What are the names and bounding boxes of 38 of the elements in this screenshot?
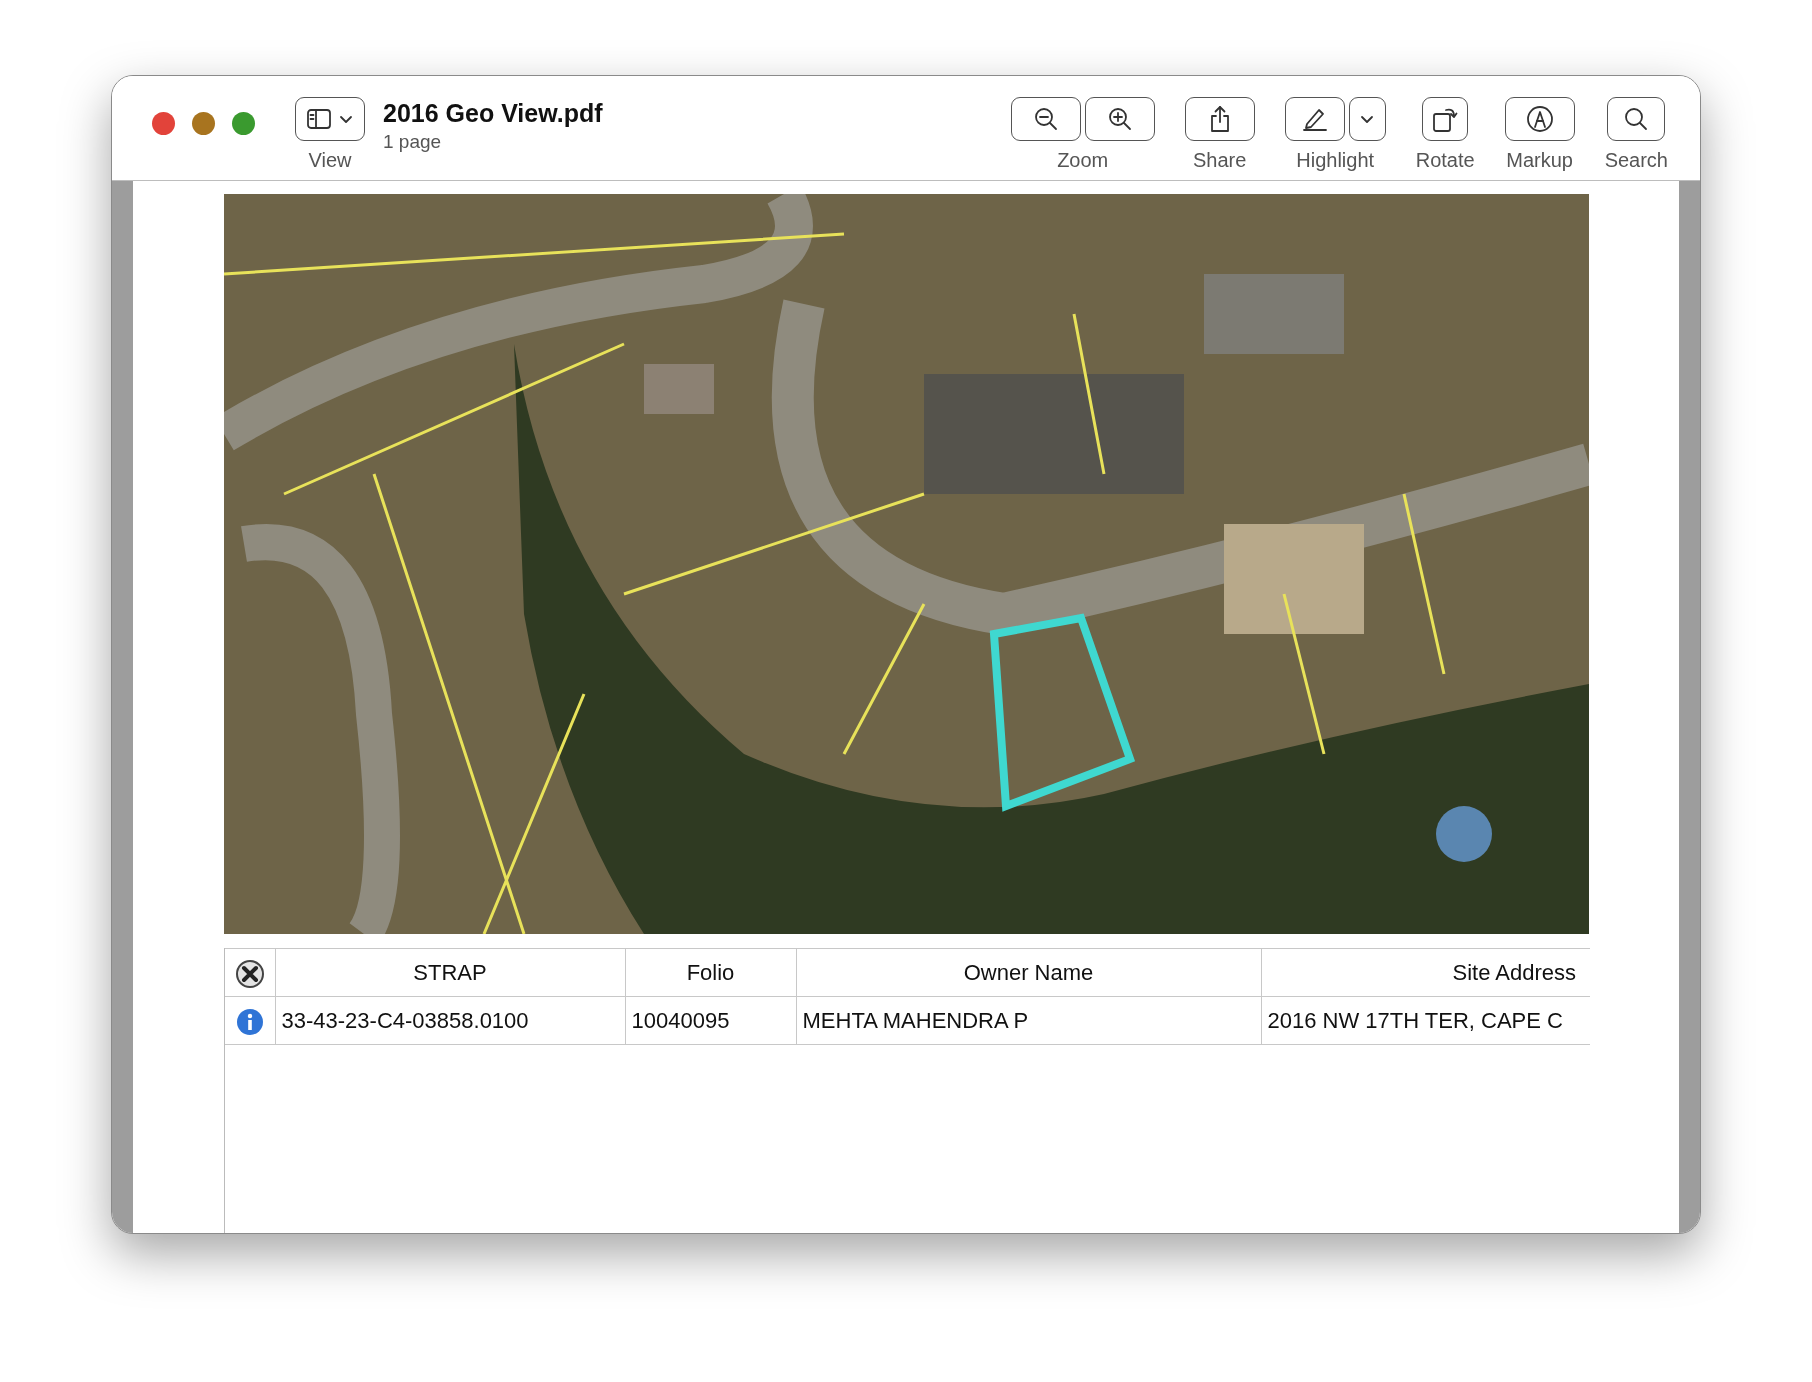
highlight-button[interactable]: [1284, 97, 1345, 141]
sidebar-icon: [307, 109, 331, 129]
column-header: Site Address: [1261, 948, 1590, 997]
column-header: Folio: [625, 948, 796, 997]
search-label: Search: [1604, 148, 1668, 172]
view-menu-button[interactable]: [295, 97, 365, 141]
info-icon[interactable]: [235, 1008, 264, 1037]
rotate-label: Rotate: [1415, 148, 1475, 172]
share-button[interactable]: [1184, 97, 1255, 141]
close-button[interactable]: [152, 112, 175, 135]
table-cell: 33-43-23-C4-03858.0100: [275, 996, 625, 1045]
column-header: Owner Name: [796, 948, 1261, 997]
search-icon: [1624, 107, 1649, 131]
zoom-window-button[interactable]: [232, 112, 255, 135]
highlight-label: Highlight: [1296, 148, 1375, 172]
share-icon: [1208, 105, 1231, 133]
zoom-in-icon: [1107, 107, 1132, 131]
close-icon[interactable]: [234, 959, 265, 990]
page-count: 1 page: [383, 129, 443, 154]
chevron-down-icon: [339, 114, 353, 124]
zoom-label: Zoom: [1057, 148, 1109, 172]
zoom-out-button[interactable]: [1010, 97, 1081, 141]
view-label: View: [308, 148, 352, 172]
chevron-down-icon: [1360, 114, 1375, 124]
table-cell: 10040095: [625, 996, 796, 1045]
markup-label: Markup: [1506, 148, 1573, 172]
pencil-icon: [1301, 107, 1328, 131]
document-title: 2016 Geo View.pdf: [383, 100, 603, 128]
zoom-in-button[interactable]: [1084, 97, 1155, 141]
column-header: STRAP: [275, 948, 625, 997]
markup-button[interactable]: [1504, 97, 1575, 141]
highlight-menu-button[interactable]: [1348, 97, 1386, 141]
minimize-button[interactable]: [192, 112, 215, 135]
share-label: Share: [1193, 148, 1247, 172]
search-button[interactable]: [1607, 97, 1666, 141]
zoom-out-icon: [1033, 107, 1058, 131]
rotate-button[interactable]: [1422, 97, 1469, 141]
table-cell: MEHTA MAHENDRA P: [796, 996, 1261, 1045]
